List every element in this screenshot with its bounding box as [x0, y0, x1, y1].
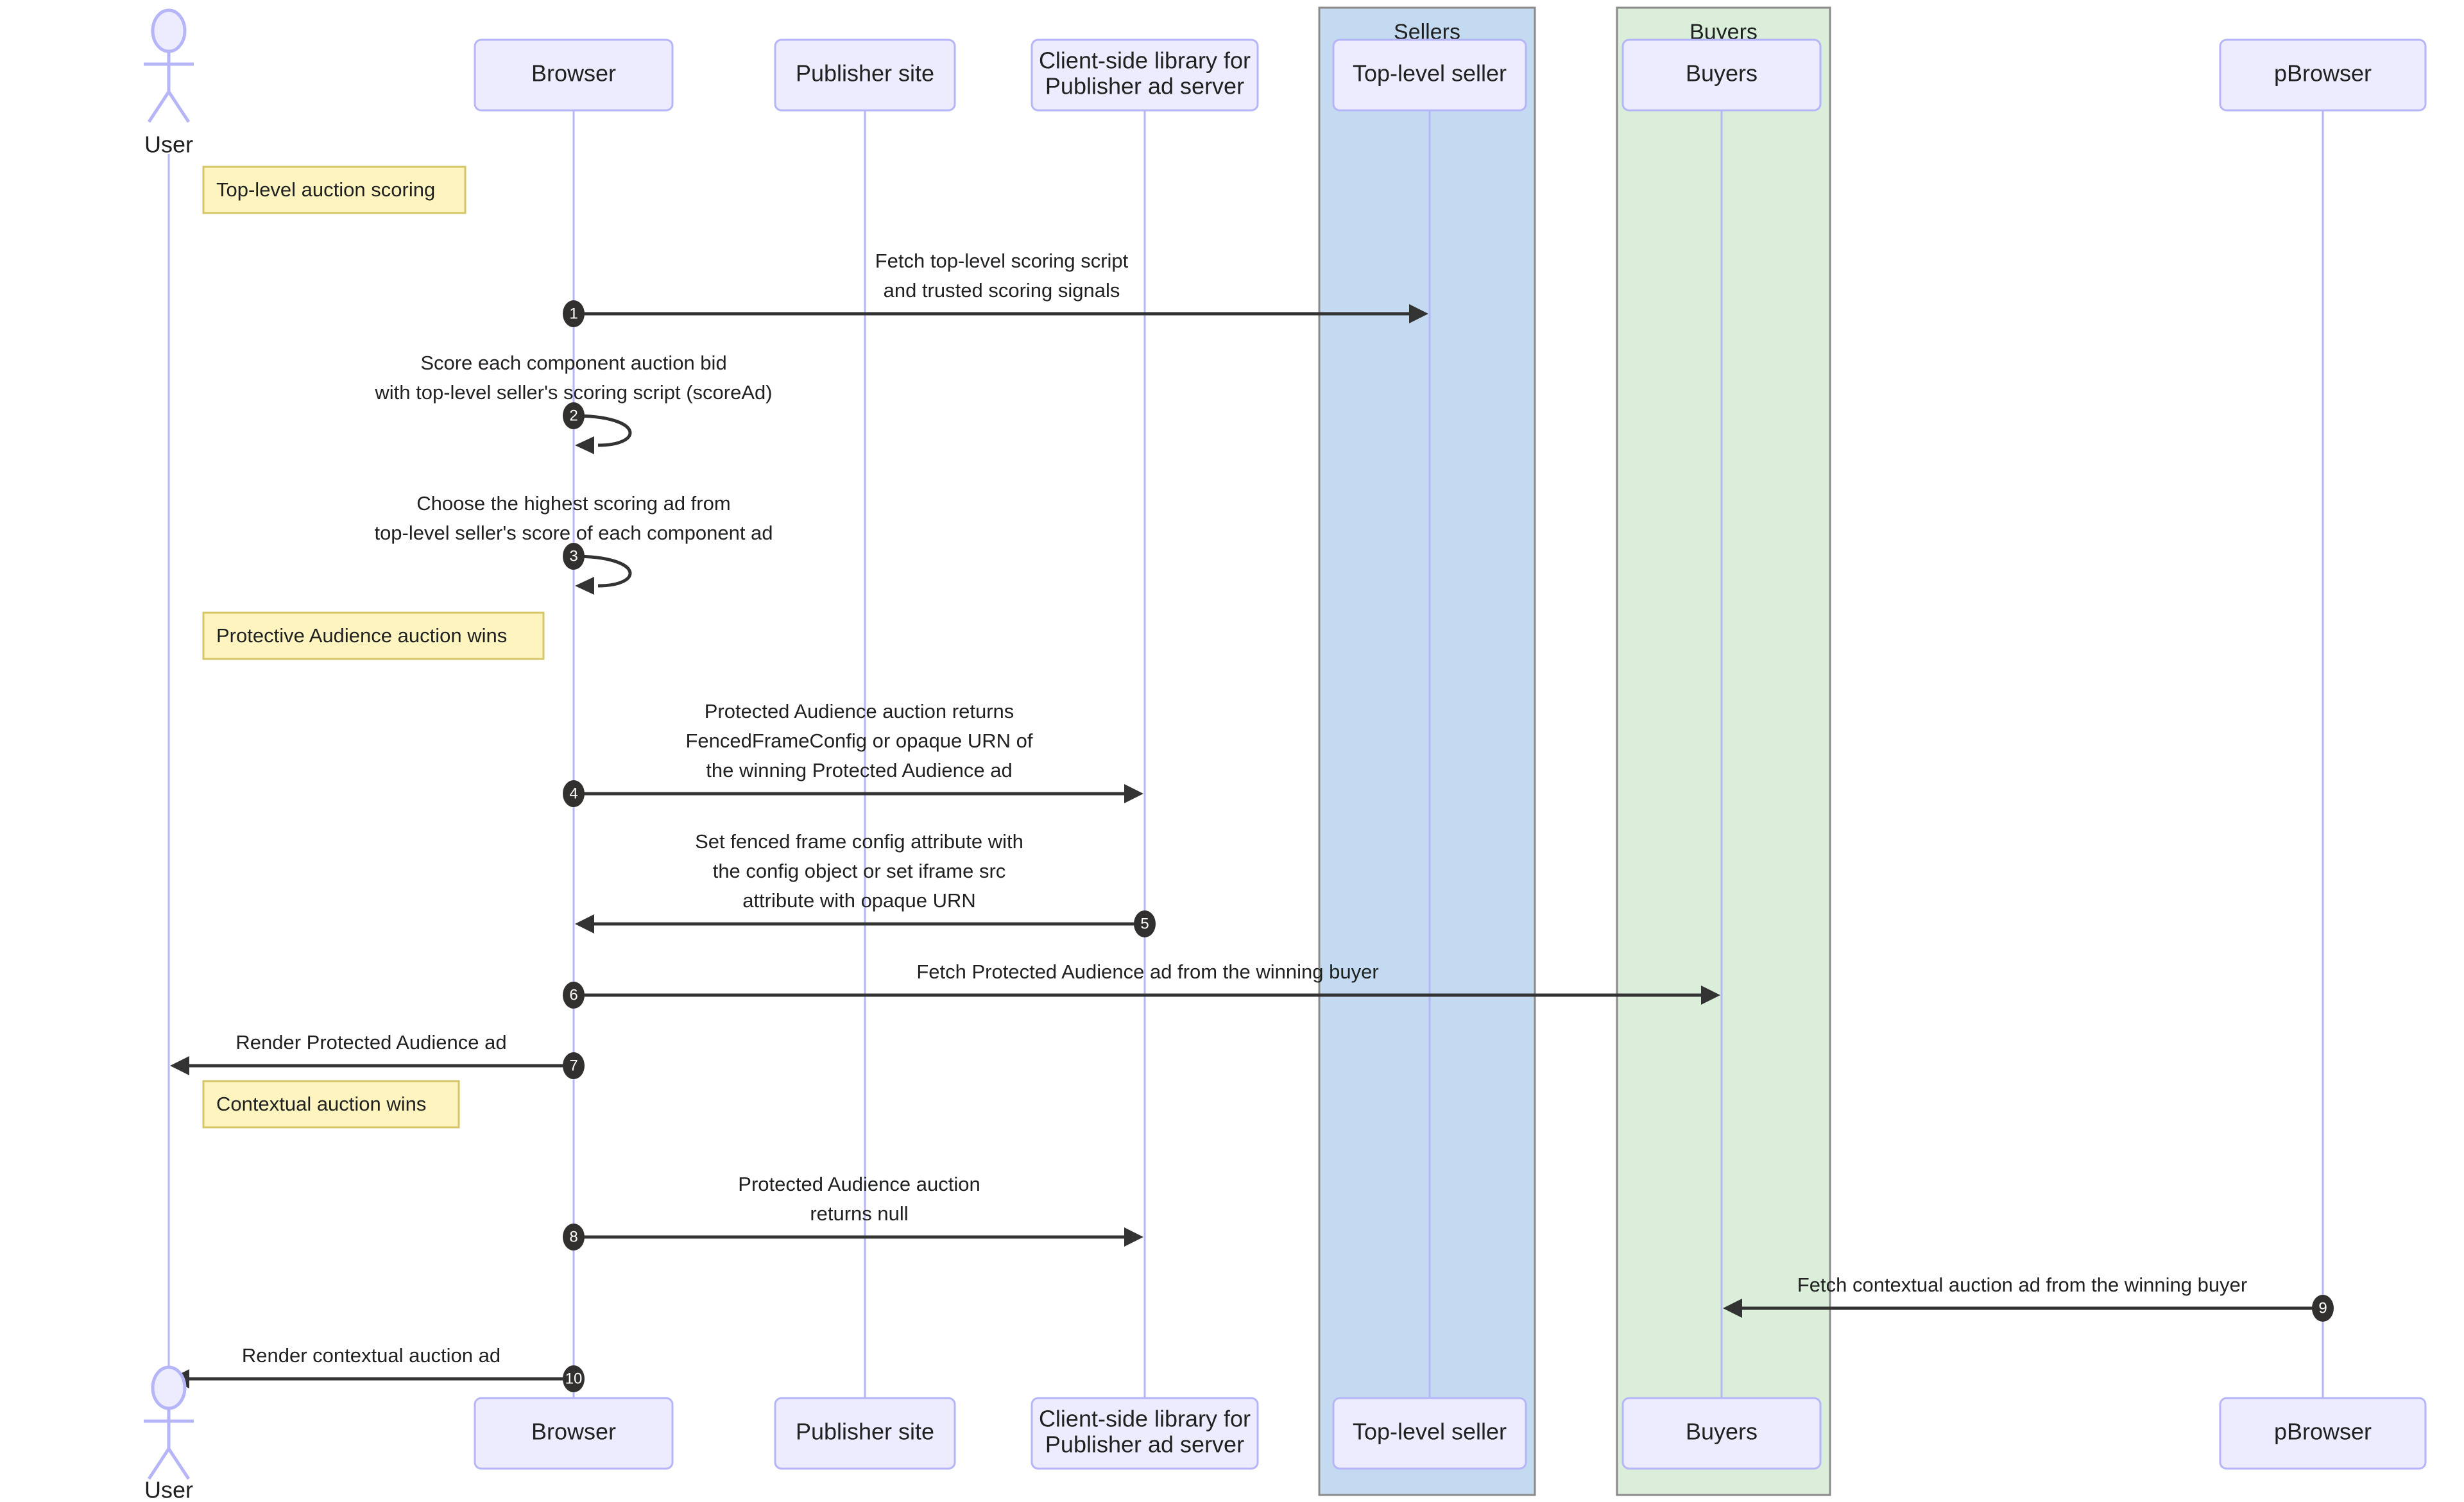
participant-publisher-site-bottom[interactable]: Publisher site — [774, 1397, 956, 1470]
participant-label-line: Client-side library for — [1039, 47, 1251, 74]
actor-body-icon — [144, 53, 194, 123]
message-label-line: attribute with opaque URN — [742, 889, 976, 912]
actor-head-icon — [151, 1365, 187, 1410]
participant-label-line: Publisher ad server — [1045, 73, 1244, 99]
note-label: Contextual auction wins — [216, 1093, 426, 1115]
participant-label-line: Browser — [531, 1419, 616, 1445]
participant-user-top[interactable]: User — [144, 8, 194, 158]
participant-label-line: Publisher ad server — [1045, 1431, 1244, 1458]
message-label-line: Fetch contextual auction ad from the win… — [1797, 1274, 2247, 1296]
sequence-number: 4 — [569, 785, 578, 802]
message-label-line: returns null — [810, 1202, 908, 1225]
participant-label-line: Top-level seller — [1353, 1419, 1507, 1445]
arrowhead-icon — [170, 1056, 189, 1075]
participant-client-side-library-top[interactable]: Client-side library forPublisher ad serv… — [1031, 38, 1259, 112]
sequence-number: 5 — [1140, 915, 1149, 932]
message-label-line: Score each component auction bid — [420, 352, 726, 374]
participant-group-buyers: Buyers — [1616, 6, 1831, 1496]
message-label-line: Render contextual auction ad — [242, 1344, 501, 1367]
message-label-line: and trusted scoring signals — [884, 279, 1120, 302]
message-4: Protected Audience auction returns Fenced… — [563, 700, 1143, 807]
message-label-line: the winning Protected Audience ad — [706, 759, 1012, 781]
note-label: Top-level auction scoring — [216, 178, 435, 201]
sequence-diagram-canvas: Sellers Buyers Fetch top-level scoring sc… — [0, 0, 2464, 1502]
note-1: Protective Audience auction wins — [202, 611, 545, 660]
message-label-line: Choose the highest scoring ad from — [416, 492, 730, 515]
arrowhead-icon — [575, 914, 594, 934]
message-6: Fetch Protected Audience ad from the win… — [563, 960, 1720, 1009]
message-label-line: Fetch Protected Audience ad from the win… — [916, 960, 1378, 983]
arrowhead-icon — [575, 577, 594, 595]
participant-label-line: Buyers — [1686, 60, 1758, 87]
group-background — [1318, 6, 1536, 1496]
lifelines — [167, 110, 2324, 1398]
sequence-number: 3 — [569, 547, 578, 565]
participant-top-level-seller-top[interactable]: Top-level seller — [1332, 38, 1527, 112]
participant-publisher-site-top[interactable]: Publisher site — [774, 38, 956, 112]
participant-label-line: pBrowser — [2274, 60, 2372, 87]
messages: Fetch top-level scoring script and truste… — [170, 250, 2334, 1392]
participant-label-line: Browser — [531, 60, 616, 87]
participant-groups: Sellers Buyers — [1318, 6, 1831, 1496]
message-label-line: with top-level seller's scoring script (… — [374, 381, 772, 404]
participant-browser-top[interactable]: Browser — [474, 38, 674, 112]
message-7: Render Protected Audience ad 7 — [170, 1031, 585, 1079]
participant-group-sellers: Sellers — [1318, 6, 1536, 1496]
participant-pbrowser-bottom[interactable]: pBrowser — [2219, 1397, 2427, 1470]
diagram-svg: Sellers Buyers Fetch top-level scoring sc… — [144, 6, 2427, 1502]
message-label-line: Render Protected Audience ad — [235, 1031, 506, 1054]
participant-buyers-top[interactable]: Buyers — [1621, 38, 1822, 112]
participant-label-line: Publisher site — [796, 1419, 934, 1445]
message-label-line: Set fenced frame config attribute with — [695, 830, 1023, 853]
note-0: Top-level auction scoring — [202, 166, 466, 214]
notes: Top-level auction scoring Protective Audi… — [202, 166, 545, 1129]
participant-label-line: Top-level seller — [1353, 60, 1507, 87]
sequence-number: 8 — [569, 1228, 578, 1245]
arrowhead-icon — [1124, 1227, 1143, 1247]
participant-label: User — [144, 1477, 193, 1502]
participant-client-side-library-bottom[interactable]: Client-side library forPublisher ad serv… — [1031, 1397, 1259, 1470]
message-label-line: Protected Audience auction returns — [705, 700, 1014, 722]
participant-label: User — [144, 132, 193, 158]
message-label-line: the config object or set iframe src — [713, 860, 1006, 882]
message-label-line: top-level seller's score of each compone… — [374, 522, 773, 544]
message-label-line: Protected Audience auction — [738, 1173, 980, 1195]
group-background — [1616, 6, 1831, 1496]
actor-body-icon — [144, 1410, 194, 1480]
message-label-line: FencedFrameConfig or opaque URN of — [685, 730, 1032, 752]
note-label: Protective Audience auction wins — [216, 624, 507, 647]
sequence-number: 9 — [2318, 1299, 2327, 1317]
sequence-number: 1 — [569, 305, 578, 322]
participant-buyers-bottom[interactable]: Buyers — [1621, 1397, 1822, 1470]
participant-pbrowser-top[interactable]: pBrowser — [2219, 38, 2427, 112]
actor-head-icon — [151, 8, 187, 53]
participant-label-line: Buyers — [1686, 1419, 1758, 1445]
message-1: Fetch top-level scoring script and truste… — [563, 250, 1428, 327]
arrowhead-icon — [1124, 784, 1143, 803]
participant-label-line: Client-side library for — [1039, 1406, 1251, 1432]
note-2: Contextual auction wins — [202, 1080, 460, 1129]
message-label-line: Fetch top-level scoring script — [875, 250, 1129, 272]
sequence-number: 7 — [569, 1057, 578, 1074]
message-10: Render contextual auction ad 10 — [170, 1344, 585, 1392]
sequence-number: 10 — [565, 1370, 583, 1387]
sequence-number: 6 — [569, 986, 578, 1003]
participant-top-level-seller-bottom[interactable]: Top-level seller — [1332, 1397, 1527, 1470]
sequence-number: 2 — [569, 407, 578, 424]
message-8: Protected Audience auction returns null 8 — [563, 1173, 1143, 1250]
participant-user-bottom[interactable]: User — [144, 1365, 194, 1502]
participant-label-line: Publisher site — [796, 60, 934, 87]
participant-browser-bottom[interactable]: Browser — [474, 1397, 674, 1470]
arrowhead-icon — [575, 436, 594, 454]
participant-label-line: pBrowser — [2274, 1419, 2372, 1445]
